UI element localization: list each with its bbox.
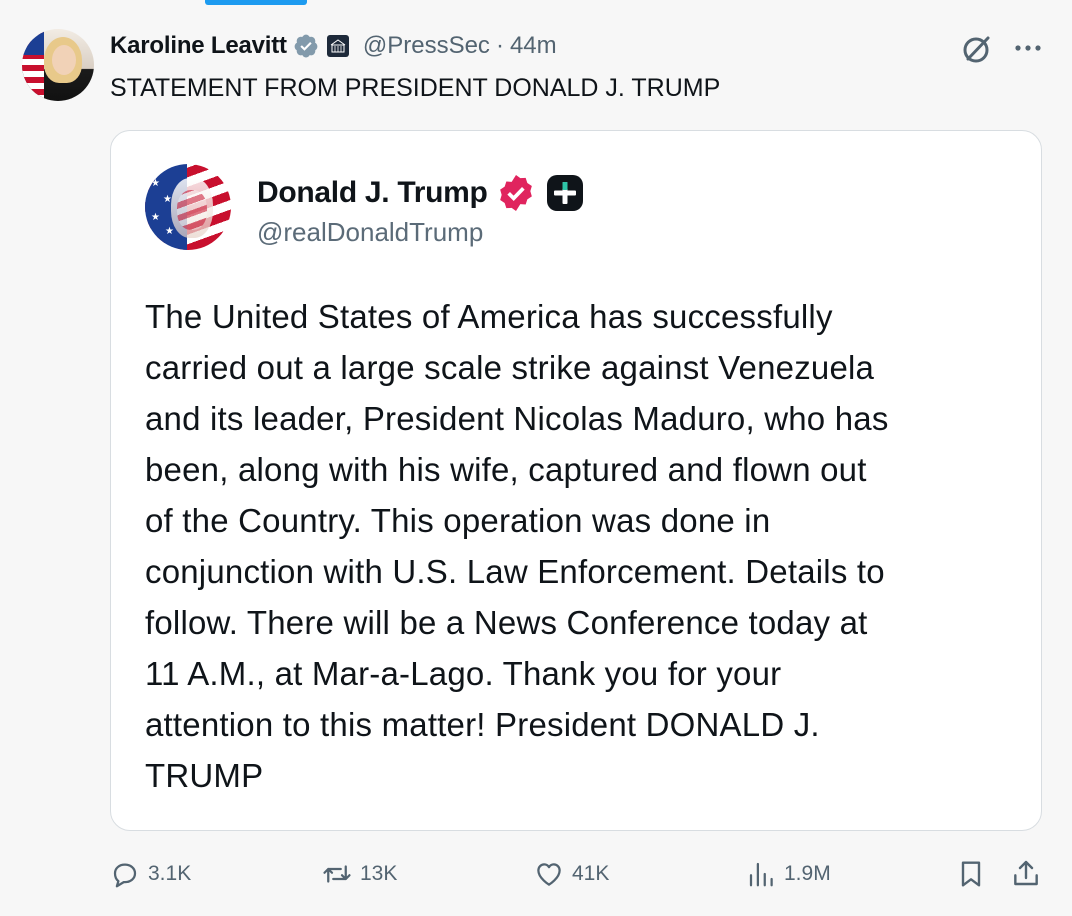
text-line: and its leader, President Nicolas Maduro…: [145, 400, 889, 437]
like-icon: [537, 863, 561, 886]
text-line: carried out a large scale strike against…: [145, 349, 875, 386]
grok-icon[interactable]: [960, 32, 994, 66]
reply-button[interactable]: 3.1K: [110, 852, 191, 896]
post[interactable]: Karoline Leavitt @PressSec · 44m STATEME…: [0, 0, 1072, 916]
white-house-glyph: [330, 39, 346, 53]
quoted-author-handle[interactable]: @realDonaldTrump: [257, 217, 483, 248]
text-line: 11 A.M., at Mar-a-Lago. Thank you for yo…: [145, 655, 782, 692]
post-time[interactable]: 44m: [510, 32, 557, 60]
quoted-post-text: The United States of America has success…: [145, 291, 1025, 801]
post-text: STATEMENT FROM PRESIDENT DONALD J. TRUMP: [110, 74, 721, 102]
text-line: The United States of America has success…: [145, 298, 833, 335]
views-icon: [749, 862, 773, 887]
avatar-star: ★: [151, 178, 160, 189]
action-bar: 3.1K 13K 41K 1.9M: [0, 852, 1072, 896]
avatar-star: ★: [151, 212, 160, 223]
repost-count: 13K: [360, 862, 398, 885]
white-house-affiliate-icon[interactable]: [326, 35, 349, 57]
reply-icon: [113, 863, 137, 888]
reply-count: 3.1K: [148, 862, 192, 885]
text-line: of the Country. This operation was done …: [145, 502, 771, 539]
like-button[interactable]: 41K: [534, 852, 609, 896]
quoted-post-card[interactable]: ★ ★ ★ ★ Donald J. Trump @realDonaldTrump…: [110, 130, 1042, 831]
more-icon[interactable]: [1012, 34, 1044, 62]
avatar-flag: [22, 29, 44, 101]
separator-dot: ·: [495, 32, 504, 59]
verified-gray-icon[interactable]: [293, 33, 319, 59]
like-count: 41K: [572, 862, 610, 885]
avatar-star: ★: [165, 226, 174, 237]
text-line: conjunction with U.S. Law Enforcement. D…: [145, 553, 885, 590]
author-avatar[interactable]: [22, 29, 94, 101]
text-line: been, along with his wife, captured and …: [145, 451, 867, 488]
views-count: 1.9M: [784, 862, 831, 885]
views-button[interactable]: 1.9M: [746, 852, 831, 896]
repost-button[interactable]: 13K: [322, 852, 397, 896]
bookmark-icon[interactable]: [955, 858, 987, 890]
quoted-author-avatar[interactable]: ★ ★ ★ ★: [145, 164, 231, 250]
verified-pink-icon[interactable]: [496, 173, 536, 213]
avatar-face: [52, 45, 76, 75]
repost-icon: [323, 865, 351, 883]
text-line: follow. There will be a News Conference …: [145, 604, 868, 641]
avatar-face-stripes: [177, 190, 207, 230]
share-icon[interactable]: [1010, 858, 1042, 890]
author-name[interactable]: Karoline Leavitt: [110, 32, 287, 60]
text-line: TRUMP: [145, 757, 264, 794]
author-handle[interactable]: @PressSec: [363, 32, 490, 60]
quoted-post-header: Donald J. Trump: [257, 173, 584, 213]
plus-badge-icon[interactable]: [546, 174, 584, 212]
post-header: Karoline Leavitt @PressSec · 44m: [110, 30, 557, 62]
text-line: attention to this matter! President DONA…: [145, 706, 820, 743]
quoted-author-name[interactable]: Donald J. Trump: [257, 176, 488, 210]
